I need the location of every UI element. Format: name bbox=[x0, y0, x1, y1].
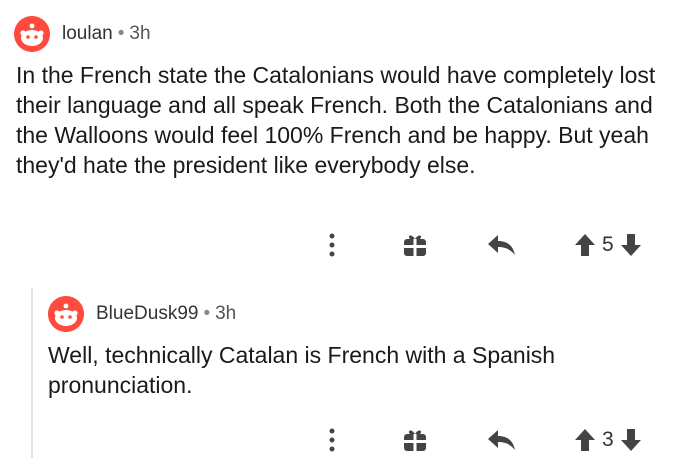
vote-group: 3 bbox=[574, 423, 642, 457]
username[interactable]: loulan bbox=[62, 23, 113, 44]
downvote-icon[interactable] bbox=[620, 428, 642, 452]
username[interactable]: BlueDusk99 bbox=[96, 303, 198, 324]
more-options-button[interactable] bbox=[317, 423, 347, 457]
avatar[interactable] bbox=[14, 16, 50, 52]
vote-count: 3 bbox=[602, 428, 614, 451]
comment-text: In the French state the Catalonians woul… bbox=[16, 62, 656, 178]
separator-dot: • bbox=[117, 23, 125, 44]
reply-icon bbox=[488, 430, 515, 450]
timestamp: 3h bbox=[129, 23, 151, 44]
comment-meta: BlueDusk99 • 3h bbox=[96, 303, 236, 325]
separator-dot: • bbox=[203, 303, 211, 324]
more-icon bbox=[329, 428, 335, 452]
award-icon bbox=[404, 235, 426, 256]
award-button[interactable] bbox=[398, 423, 432, 457]
avatar[interactable] bbox=[48, 296, 84, 332]
reply-button[interactable] bbox=[484, 228, 520, 262]
comment-text: Well, technically Catalan is French with… bbox=[48, 342, 556, 398]
vote-count: 5 bbox=[602, 233, 614, 256]
upvote-icon[interactable] bbox=[574, 428, 596, 452]
more-options-button[interactable] bbox=[317, 228, 347, 262]
vote-group: 5 bbox=[574, 228, 642, 262]
reply-button[interactable] bbox=[484, 423, 520, 457]
more-icon bbox=[329, 233, 335, 257]
award-icon bbox=[404, 430, 426, 451]
upvote-icon[interactable] bbox=[574, 233, 596, 257]
downvote-icon[interactable] bbox=[620, 233, 642, 257]
comment-meta: loulan • 3h bbox=[62, 23, 151, 45]
thread-line[interactable] bbox=[31, 288, 33, 458]
timestamp: 3h bbox=[215, 303, 237, 324]
reply-icon bbox=[488, 235, 515, 255]
award-button[interactable] bbox=[398, 228, 432, 262]
